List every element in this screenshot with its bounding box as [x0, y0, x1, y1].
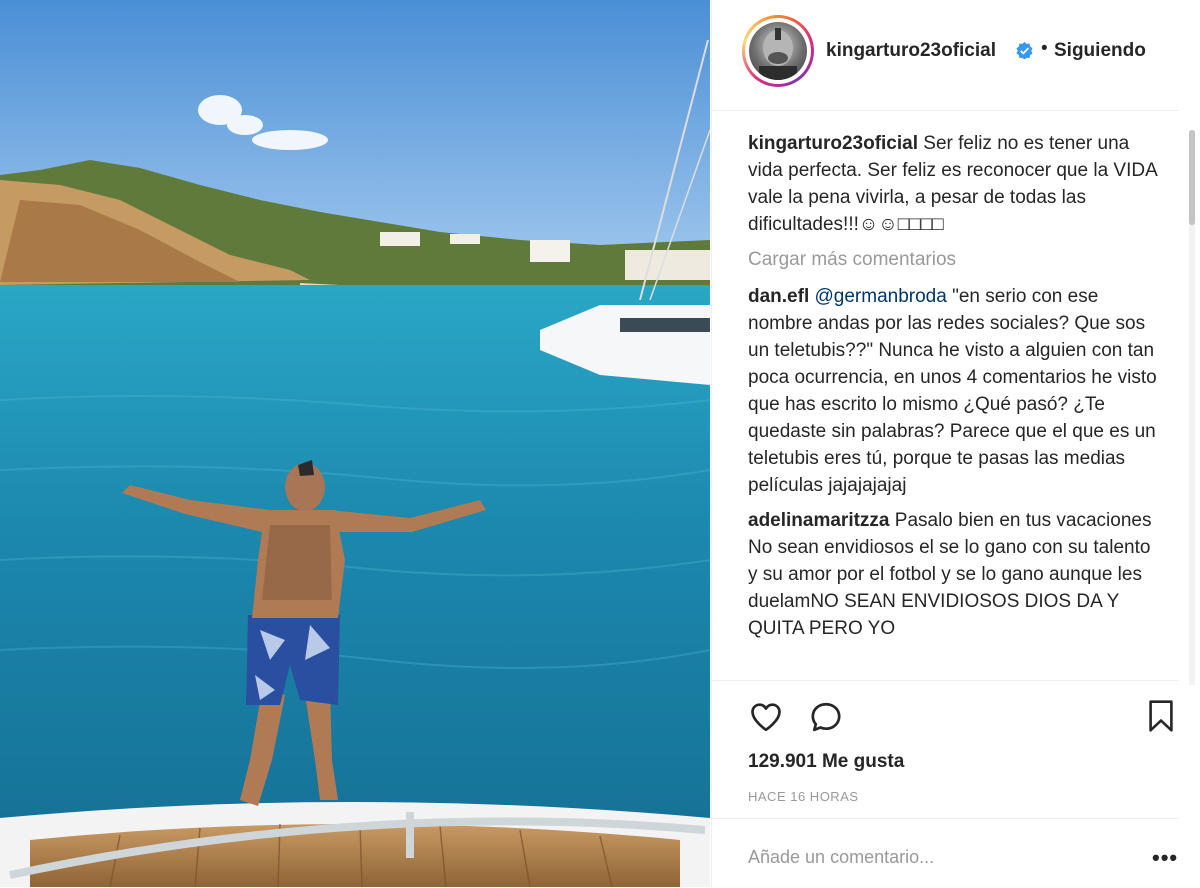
post-details-panel: kingarturo23oficial • Siguiendo kingartu… — [711, 0, 1200, 887]
post-photo[interactable] — [0, 0, 710, 887]
beach-scene-illustration — [0, 0, 710, 887]
more-options-icon[interactable]: ••• — [1152, 845, 1178, 871]
caption: kingarturo23oficial Ser feliz no es tene… — [748, 130, 1158, 238]
likes-count[interactable]: 129.901 Me gusta — [748, 751, 904, 773]
bookmark-icon[interactable] — [1148, 699, 1174, 733]
comment-mention[interactable]: @germanbroda — [815, 286, 947, 307]
avatar-photo — [749, 22, 807, 80]
add-comment-bar: ••• — [712, 818, 1179, 888]
author-username[interactable]: kingarturo23oficial — [826, 40, 996, 62]
load-more-comments-link[interactable]: Cargar más comentarios — [748, 246, 1158, 273]
comment-username[interactable]: adelinamaritzza — [748, 510, 890, 531]
comment-username[interactable]: dan.efl — [748, 286, 809, 307]
comments-scrollbar[interactable] — [1189, 130, 1195, 685]
post-timestamp[interactable]: HACE 16 HORAS — [748, 789, 859, 804]
comment-item: dan.efl @germanbroda "en serio con ese n… — [748, 283, 1158, 499]
comment-item: adelinamaritzza Pasalo bien en tus vacac… — [748, 507, 1158, 642]
comment-text: "en serio con ese nombre andas por las r… — [748, 286, 1157, 496]
comment-bubble-icon[interactable] — [808, 699, 844, 735]
comments-list: kingarturo23oficial Ser feliz no es tene… — [748, 130, 1158, 685]
caption-username[interactable]: kingarturo23oficial — [748, 133, 918, 154]
follow-status-button[interactable]: Siguiendo — [1054, 40, 1146, 62]
post-header: kingarturo23oficial • Siguiendo — [712, 0, 1179, 111]
avatar[interactable] — [742, 15, 814, 87]
scrollbar-thumb[interactable] — [1189, 130, 1195, 225]
separator-dot: • — [1041, 38, 1048, 59]
add-comment-input[interactable] — [746, 841, 1110, 873]
heart-icon[interactable] — [748, 699, 784, 735]
verified-badge-icon — [1016, 42, 1033, 59]
